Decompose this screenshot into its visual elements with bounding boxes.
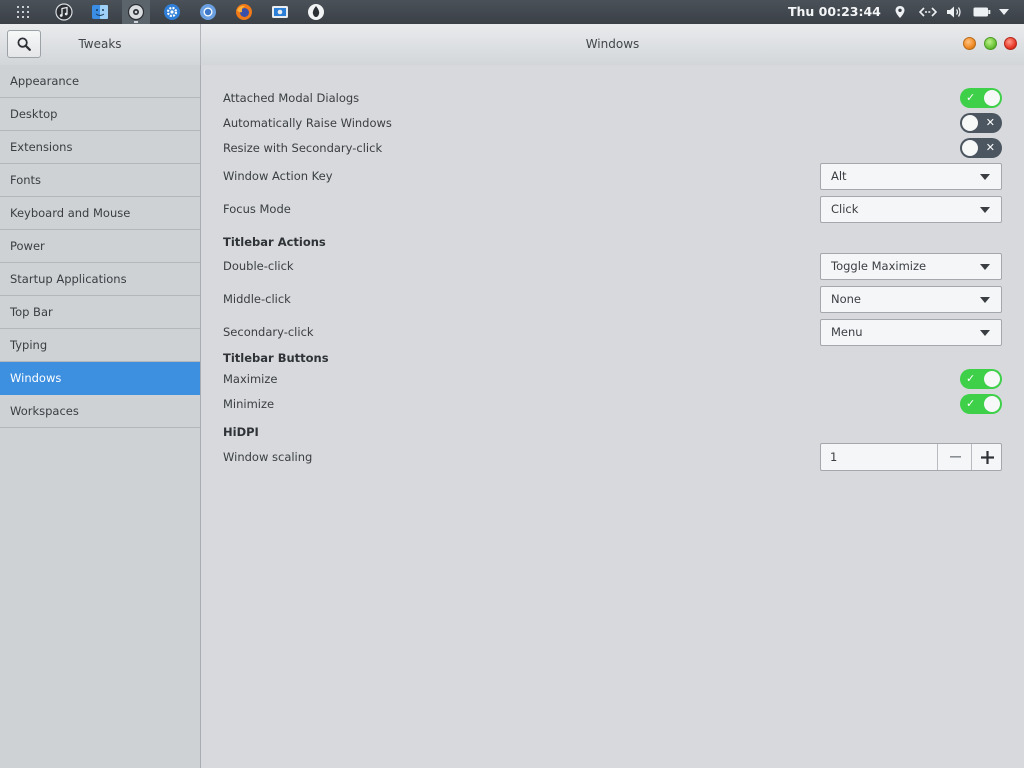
screenshot-icon[interactable] <box>266 0 294 24</box>
plus-icon <box>980 450 994 464</box>
check-icon: ✓ <box>966 397 976 410</box>
sidebar-item-power[interactable]: Power <box>0 230 200 263</box>
titlebar-actions-heading: Titlebar Actions <box>223 235 326 249</box>
auto-raise-windows-switch[interactable]: ✕ <box>960 113 1002 133</box>
finder-icon[interactable] <box>86 0 114 24</box>
music-icon[interactable] <box>50 0 78 24</box>
dropdown-arrow-icon <box>980 207 990 213</box>
auto-raise-windows-label: Automatically Raise Windows <box>223 116 392 130</box>
inkscape-icon[interactable] <box>302 0 330 24</box>
sidebar-item-fonts[interactable]: Fonts <box>0 164 200 197</box>
focus-mode-label: Focus Mode <box>223 202 291 216</box>
secondary-click-dropdown[interactable]: Menu <box>820 319 1002 346</box>
secondary-click-label: Secondary-click <box>223 325 314 339</box>
sidebar-item-startup-applications[interactable]: Startup Applications <box>0 263 200 296</box>
attached-modal-dialogs-switch[interactable]: ✓ <box>960 88 1002 108</box>
search-icon <box>17 37 31 51</box>
window-action-key-dropdown[interactable]: Alt <box>820 163 1002 190</box>
network-icon[interactable] <box>918 0 938 24</box>
sidebar-item-workspaces[interactable]: Workspaces <box>0 395 200 428</box>
check-icon: ✓ <box>966 372 976 385</box>
check-icon: ✓ <box>966 91 976 104</box>
dropdown-value: None <box>831 292 862 306</box>
sidebar: Appearance Desktop Extensions Fonts Keyb… <box>0 65 201 768</box>
dropdown-arrow-icon <box>980 297 990 303</box>
sidebar-item-desktop[interactable]: Desktop <box>0 98 200 131</box>
switch-knob <box>962 140 978 156</box>
dropdown-value: Menu <box>831 325 863 339</box>
decrement-button[interactable] <box>937 444 972 470</box>
resize-secondary-click-switch[interactable]: ✕ <box>960 138 1002 158</box>
sidebar-item-appearance[interactable]: Appearance <box>0 65 200 98</box>
resize-secondary-click-row: Resize with Secondary-click ✕ <box>223 138 1003 158</box>
minimize-label: Minimize <box>223 397 275 411</box>
focus-mode-dropdown[interactable]: Click <box>820 196 1002 223</box>
minimize-switch[interactable]: ✓ <box>960 394 1002 414</box>
titlebar-buttons-heading: Titlebar Buttons <box>223 351 329 365</box>
increment-button[interactable] <box>971 444 1002 470</box>
middle-click-row: Middle-click None <box>223 286 1003 313</box>
dropdown-arrow-icon <box>980 174 990 180</box>
focus-mode-row: Focus Mode Click <box>223 196 1003 223</box>
page-title: Windows <box>585 37 640 51</box>
maximize-window-button[interactable] <box>984 37 997 50</box>
settings-tweaks-icon[interactable] <box>122 0 150 24</box>
search-button[interactable] <box>7 30 41 58</box>
window-scaling-label: Window scaling <box>223 450 313 464</box>
chrome-icon[interactable] <box>194 0 222 24</box>
maximize-row: Maximize ✓ <box>223 369 1003 389</box>
x-icon: ✕ <box>985 141 995 154</box>
window-action-key-label: Window Action Key <box>223 169 333 183</box>
dropdown-arrow-icon <box>980 264 990 270</box>
sidebar-item-keyboard-and-mouse[interactable]: Keyboard and Mouse <box>0 197 200 230</box>
volume-icon[interactable] <box>944 0 964 24</box>
window-action-key-row: Window Action Key Alt <box>223 163 1003 190</box>
dropdown-arrow-icon <box>980 330 990 336</box>
chevron-down-icon[interactable] <box>996 0 1012 24</box>
switch-knob <box>984 90 1000 106</box>
double-click-row: Double-click Toggle Maximize <box>223 253 1003 280</box>
close-window-button[interactable] <box>1004 37 1017 50</box>
apps-grid-icon[interactable] <box>9 0 37 24</box>
sidebar-item-typing[interactable]: Typing <box>0 329 200 362</box>
windows-settings-panel: Attached Modal Dialogs ✓ Automatically R… <box>201 65 1024 768</box>
dropdown-value: Click <box>831 202 859 216</box>
dropdown-value: Alt <box>831 169 847 183</box>
hidpi-heading: HiDPI <box>223 425 259 439</box>
sidebar-item-extensions[interactable]: Extensions <box>0 131 200 164</box>
switch-knob <box>984 371 1000 387</box>
minus-icon <box>949 456 961 458</box>
switch-knob <box>962 115 978 131</box>
gear-icon[interactable] <box>158 0 186 24</box>
attached-modal-dialogs-label: Attached Modal Dialogs <box>223 91 360 105</box>
attached-modal-dialogs-row: Attached Modal Dialogs ✓ <box>223 88 1003 108</box>
sidebar-item-top-bar[interactable]: Top Bar <box>0 296 200 329</box>
maximize-switch[interactable]: ✓ <box>960 369 1002 389</box>
dropdown-value: Toggle Maximize <box>831 259 927 273</box>
sidebar-item-windows[interactable]: Windows <box>0 362 200 395</box>
switch-knob <box>984 396 1000 412</box>
header-bar: Tweaks Windows <box>0 24 1024 66</box>
auto-raise-windows-row: Automatically Raise Windows ✕ <box>223 113 1003 133</box>
middle-click-dropdown[interactable]: None <box>820 286 1002 313</box>
minimize-row: Minimize ✓ <box>223 394 1003 414</box>
window-scaling-input[interactable]: 1 <box>821 444 937 470</box>
window-scaling-spinbutton: 1 <box>820 443 1002 471</box>
location-icon[interactable] <box>892 0 908 24</box>
double-click-label: Double-click <box>223 259 294 273</box>
battery-icon[interactable] <box>972 0 992 24</box>
double-click-dropdown[interactable]: Toggle Maximize <box>820 253 1002 280</box>
clock[interactable]: Thu 00:23:44 <box>788 0 881 24</box>
window-scaling-row: Window scaling 1 <box>223 443 1003 471</box>
resize-secondary-click-label: Resize with Secondary-click <box>223 141 383 155</box>
middle-click-label: Middle-click <box>223 292 291 306</box>
firefox-icon[interactable] <box>230 0 258 24</box>
secondary-click-row: Secondary-click Menu <box>223 319 1003 346</box>
x-icon: ✕ <box>985 116 995 129</box>
maximize-label: Maximize <box>223 372 278 386</box>
app-title: Tweaks <box>78 37 122 51</box>
minimize-window-button[interactable] <box>963 37 976 50</box>
top-panel: Thu 00:23:44 <box>0 0 1024 24</box>
